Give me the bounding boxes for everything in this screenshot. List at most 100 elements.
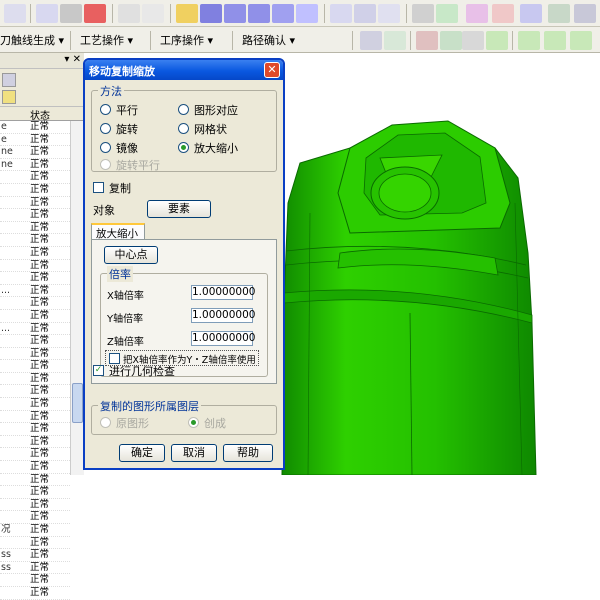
menu-toolpath-gen[interactable]: 刀触线生成 ▾ [0, 32, 64, 48]
list-item[interactable]: 正常 [0, 184, 70, 197]
dialog-titlebar[interactable]: 移动复制缩放 ✕ [85, 60, 283, 80]
list-item[interactable]: 正常 [0, 511, 70, 524]
radio-scale[interactable] [178, 142, 189, 153]
settings-tool-icon[interactable] [574, 4, 596, 23]
radio-translate[interactable] [100, 104, 111, 115]
x-ratio-input[interactable]: 1.00000000 [191, 285, 255, 300]
list-item[interactable]: 正常 [0, 297, 70, 310]
list-item[interactable]: ss 正常 [0, 549, 70, 562]
list-item[interactable]: 正常 [0, 222, 70, 235]
grid-tool-icon[interactable] [84, 4, 106, 23]
arc-tool-icon[interactable] [248, 4, 270, 23]
list-item[interactable]: ... 正常 [0, 285, 70, 298]
erase-tool-icon[interactable] [142, 4, 164, 23]
radio-shape-correspond[interactable] [178, 104, 189, 115]
menu-step-ops[interactable]: 工序操作 ▾ [160, 32, 213, 48]
list-item[interactable]: 正常 [0, 461, 70, 474]
scrollbar-thumb[interactable] [72, 383, 83, 423]
radio-rotate-parallel[interactable] [100, 159, 111, 170]
panel-scrollbar[interactable] [70, 121, 84, 475]
list-item[interactable]: ss 正常 [0, 562, 70, 575]
path-tool-icon[interactable] [436, 4, 458, 23]
ok-button[interactable]: 确定 [119, 444, 165, 462]
help-button[interactable]: 帮助 [223, 444, 273, 462]
tab-scale[interactable]: 放大缩小 [91, 223, 145, 240]
radio-layer-original[interactable] [100, 417, 111, 428]
list-item[interactable]: 正常 [0, 171, 70, 184]
list-item[interactable]: 正常 [0, 385, 70, 399]
plane-tool-icon[interactable] [378, 4, 400, 23]
radio-grid[interactable] [178, 123, 189, 134]
list-item[interactable]: ne 正常 [0, 146, 70, 159]
list-item[interactable]: 正常 [0, 574, 70, 587]
arrow-tool-icon[interactable] [4, 4, 26, 23]
select-tool-icon[interactable] [440, 31, 462, 50]
list-item[interactable]: 况 正常 [0, 524, 70, 537]
view-tool-icon[interactable] [360, 31, 382, 50]
list-item[interactable]: 正常 [0, 423, 70, 436]
close-button[interactable]: ✕ [264, 62, 280, 78]
offset-tool-icon[interactable] [492, 4, 514, 23]
cancel-button[interactable]: 取消 [171, 444, 217, 462]
list-item[interactable]: 正常 [0, 448, 70, 462]
center-point-button[interactable]: 中心点 [104, 246, 158, 264]
list-item[interactable]: 正常 [0, 537, 70, 550]
list-item[interactable]: 正常 [0, 335, 70, 348]
points-tool-icon[interactable] [416, 31, 438, 50]
list-item[interactable]: 正常 [0, 247, 70, 260]
radio-mirror[interactable] [100, 142, 111, 153]
menu-process-ops[interactable]: 工艺操作 ▾ [80, 32, 133, 48]
layer-tool-icon[interactable] [384, 31, 406, 50]
dimension-tool-icon[interactable] [354, 4, 376, 23]
radio-layer-create[interactable] [188, 417, 199, 428]
key-icon[interactable] [2, 90, 16, 104]
line-tool-icon[interactable] [60, 4, 82, 23]
list-item[interactable]: 正常 [0, 197, 70, 210]
list-item[interactable]: 正常 [0, 209, 70, 222]
curve-tool-icon[interactable] [272, 4, 294, 23]
list-item[interactable]: 正常 [0, 587, 70, 600]
lasso-tool-icon[interactable] [462, 31, 484, 50]
geometry-check-checkbox[interactable]: ✓ [93, 365, 104, 376]
list-item[interactable]: 正常 [0, 398, 70, 411]
circle-tool-icon[interactable] [224, 4, 246, 23]
axis-tool-icon[interactable] [176, 4, 198, 23]
list-item[interactable]: ne 正常 [0, 159, 70, 172]
list-item[interactable]: e 正常 [0, 134, 70, 147]
panel-tool-icon[interactable] [2, 73, 16, 87]
spline-tool-icon[interactable] [296, 4, 318, 23]
trim-tool-icon[interactable] [466, 4, 488, 23]
list-item[interactable]: 正常 [0, 272, 70, 285]
z-ratio-input[interactable]: 1.00000000 [191, 331, 255, 346]
list-item[interactable]: 正常 [0, 234, 70, 247]
rect-tool-icon[interactable] [200, 4, 222, 23]
col-status[interactable]: 状态 [30, 107, 50, 122]
pattern-tool-icon[interactable] [520, 4, 542, 23]
pen-tool-icon[interactable] [486, 31, 508, 50]
list-item[interactable]: 正常 [0, 411, 70, 424]
copy-checkbox[interactable] [93, 182, 104, 193]
menu-path-confirm[interactable]: 路径确认 ▾ [242, 32, 295, 48]
edit-tool-icon[interactable] [518, 31, 540, 50]
radio-rotate[interactable] [100, 123, 111, 134]
list-item[interactable]: e 正常 [0, 121, 70, 134]
shape-tool-icon[interactable] [118, 4, 140, 23]
brush-tool-icon[interactable] [544, 31, 566, 50]
list-item[interactable]: 正常 [0, 310, 70, 323]
marker-tool-icon[interactable] [570, 31, 592, 50]
list-item[interactable]: 正常 [0, 373, 70, 386]
panel-close-icon[interactable]: ▾ ✕ [64, 54, 81, 65]
list-item[interactable]: 正常 [0, 260, 70, 273]
list-item[interactable]: 正常 [0, 436, 70, 449]
list-item[interactable]: ... 正常 [0, 323, 70, 336]
element-button[interactable]: 要素 [147, 200, 211, 218]
list-item[interactable]: 正常 [0, 486, 70, 499]
calc-tool-icon[interactable] [548, 4, 570, 23]
list-item[interactable]: 正常 [0, 348, 70, 361]
tool-icon[interactable] [412, 4, 434, 23]
list-item[interactable]: 正常 [0, 360, 70, 373]
surface-tool-icon[interactable] [36, 4, 58, 23]
list-item[interactable]: 正常 [0, 499, 70, 512]
3d-viewport[interactable] [280, 53, 600, 475]
y-ratio-input[interactable]: 1.00000000 [191, 308, 255, 323]
